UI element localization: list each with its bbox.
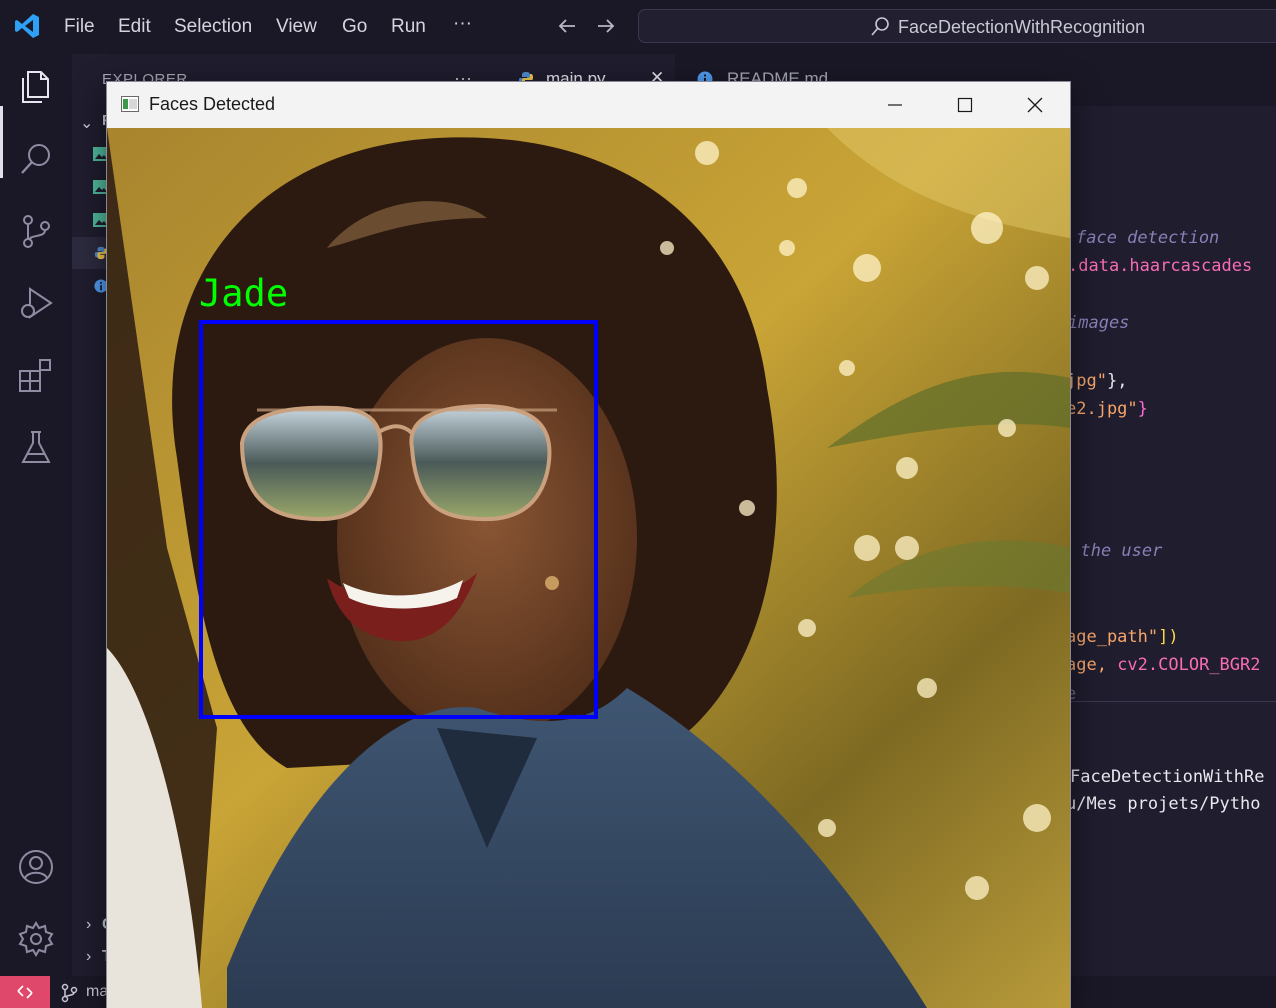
window-app-icon bbox=[121, 96, 139, 112]
menu-go[interactable]: Go bbox=[342, 16, 367, 38]
code-token: }, bbox=[1106, 371, 1128, 391]
testing-flask-icon[interactable] bbox=[17, 428, 55, 466]
remote-indicator[interactable] bbox=[0, 976, 50, 1008]
window-title: Faces Detected bbox=[149, 94, 276, 114]
detected-photo bbox=[107, 128, 1070, 1008]
explorer-icon[interactable] bbox=[17, 68, 55, 106]
chevron-right-icon: › bbox=[86, 948, 92, 965]
minimize-icon bbox=[888, 104, 902, 106]
code-line: jpg"}, bbox=[1066, 371, 1127, 391]
extensions-icon[interactable] bbox=[17, 356, 55, 394]
code-token: face detection bbox=[1076, 228, 1220, 248]
close-window-button[interactable] bbox=[1000, 82, 1070, 128]
code-token: age_path" bbox=[1066, 627, 1159, 647]
active-indicator bbox=[0, 106, 3, 178]
menu-view[interactable]: View bbox=[276, 16, 317, 38]
maximize-button[interactable] bbox=[930, 82, 1000, 128]
close-icon bbox=[1027, 97, 1043, 113]
search-icon[interactable] bbox=[17, 140, 55, 178]
code-token: ]) bbox=[1158, 627, 1179, 647]
forward-arrow-icon[interactable] bbox=[594, 14, 618, 38]
code-token: age, bbox=[1066, 655, 1118, 675]
chevron-right-icon: › bbox=[86, 916, 92, 933]
vscode-logo-icon bbox=[15, 14, 39, 38]
terminal-line: FaceDetectionWithRe bbox=[1070, 767, 1265, 787]
menu-edit[interactable]: Edit bbox=[118, 16, 151, 38]
source-control-icon[interactable] bbox=[17, 212, 55, 250]
faces-detected-window[interactable]: Faces Detected Jade bbox=[107, 82, 1070, 1008]
command-search-box[interactable]: FaceDetectionWithRecognition bbox=[638, 9, 1276, 43]
search-icon bbox=[871, 17, 889, 36]
account-icon[interactable] bbox=[17, 848, 55, 886]
remote-icon bbox=[17, 985, 33, 999]
code-token: e2.jpg" bbox=[1066, 399, 1138, 419]
code-line: .data.haarcascades bbox=[1068, 256, 1252, 276]
settings-gear-icon[interactable] bbox=[17, 920, 55, 958]
more-menu-button[interactable]: ··· bbox=[453, 13, 472, 35]
menu-file[interactable]: File bbox=[64, 16, 95, 38]
code-line: face detection bbox=[1076, 228, 1219, 248]
code-token: cv2.COLOR_BGR2 bbox=[1117, 655, 1261, 675]
code-line: age_path"]) bbox=[1066, 627, 1179, 647]
code-token: e the user bbox=[1060, 541, 1163, 561]
code-token: .data.haarcascades bbox=[1068, 256, 1253, 276]
code-line: age, cv2.COLOR_BGR2 bbox=[1066, 655, 1260, 675]
code-token: } bbox=[1137, 399, 1148, 419]
search-text: FaceDetectionWithRecognition bbox=[898, 17, 1146, 37]
code-token: jpg" bbox=[1066, 371, 1107, 391]
maximize-icon bbox=[957, 97, 973, 113]
branch-name: ma bbox=[86, 983, 109, 1000]
code-line: e2.jpg"} bbox=[1066, 399, 1148, 419]
run-debug-icon[interactable] bbox=[17, 284, 55, 322]
title-bar: File Edit Selection View Go Run ··· Face… bbox=[0, 0, 1276, 54]
git-branch-icon bbox=[61, 983, 78, 1003]
window-title-bar[interactable]: Faces Detected bbox=[107, 82, 1070, 128]
menu-run[interactable]: Run bbox=[391, 16, 426, 38]
code-token: images bbox=[1068, 313, 1130, 333]
code-line: images bbox=[1068, 313, 1129, 333]
folder-chevron-icon[interactable]: ⌄ bbox=[80, 113, 93, 133]
menu-selection[interactable]: Selection bbox=[174, 16, 252, 38]
face-label: Jade bbox=[199, 272, 289, 315]
code-line: e the user bbox=[1060, 541, 1162, 561]
activity-bar bbox=[0, 54, 72, 976]
back-arrow-icon[interactable] bbox=[555, 14, 579, 38]
minimize-button[interactable] bbox=[860, 82, 930, 128]
terminal-line: u/Mes projets/Pytho bbox=[1066, 794, 1261, 814]
